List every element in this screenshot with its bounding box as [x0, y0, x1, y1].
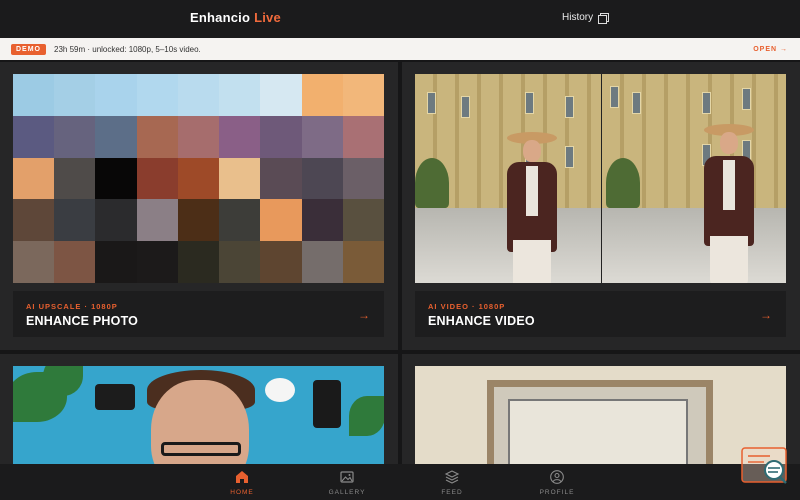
arrow-right-icon: → — [358, 308, 370, 322]
pixel-cell — [95, 241, 137, 283]
pixel-cell — [95, 199, 137, 242]
pixel-cell — [219, 157, 261, 200]
pixelated-image — [13, 74, 384, 283]
pixel-cell — [95, 115, 137, 158]
demo-badge: DEMO — [11, 43, 46, 55]
pixel-cell — [95, 74, 137, 116]
pixel-cell — [342, 157, 384, 200]
pixel-cell — [219, 74, 261, 116]
room-thumbnail — [415, 366, 786, 464]
nav-feed-label: FEED — [441, 489, 463, 496]
feature-grid: AI UPSCALE · 1080P ENHANCE PHOTO → AI VI… — [0, 60, 800, 464]
pixel-cell — [301, 74, 343, 116]
nav-home-label: HOME — [230, 489, 254, 496]
mirror-frame — [487, 380, 713, 464]
history-label: History — [562, 12, 594, 23]
feed-icon — [444, 470, 460, 484]
video-frame-after — [600, 74, 786, 283]
pixel-cell — [342, 115, 384, 158]
pixel-cell — [13, 241, 55, 283]
nav-profile[interactable]: PROFILE — [527, 469, 587, 496]
home-icon — [236, 471, 248, 483]
pixel-cell — [260, 199, 302, 242]
arrow-right-icon: → — [760, 308, 772, 322]
nav-home[interactable]: HOME — [212, 469, 272, 496]
video-frame-before — [415, 74, 601, 283]
camera-object — [95, 384, 135, 410]
pixel-cell — [260, 74, 302, 116]
history-icon — [598, 12, 610, 24]
pixel-cell — [260, 115, 302, 158]
pixel-cell — [219, 199, 261, 242]
nav-gallery[interactable]: GALLERY — [317, 469, 377, 496]
assistant-widget-icon[interactable] — [740, 446, 790, 486]
enhance-photo-thumbnail — [13, 74, 384, 283]
nav-feed[interactable]: FEED — [422, 469, 482, 496]
pixel-cell — [95, 157, 137, 200]
bottom-navigation: HOME GALLERY FEED PROFILE — [0, 464, 800, 500]
profile-icon — [550, 470, 564, 484]
pixel-cell — [13, 199, 55, 242]
pixel-cell — [136, 115, 178, 158]
enhance-video-info: AI VIDEO · 1080P ENHANCE VIDEO → — [415, 291, 786, 337]
pixel-cell — [54, 115, 96, 158]
pixel-cell — [301, 241, 343, 283]
pixel-cell — [136, 74, 178, 116]
pixel-cell — [177, 199, 220, 242]
enhance-video-title: ENHANCE VIDEO — [428, 314, 535, 328]
pixel-cell — [260, 157, 302, 200]
selfie-feature-card[interactable] — [0, 354, 398, 464]
enhance-photo-card[interactable]: AI UPSCALE · 1080P ENHANCE PHOTO → — [0, 62, 398, 350]
pixel-cell — [136, 157, 178, 200]
pixel-cell — [54, 199, 96, 242]
history-button[interactable]: History — [562, 12, 610, 24]
pixel-cell — [301, 199, 343, 242]
app-header: Enhancio Live History — [0, 0, 800, 38]
pixel-cell — [136, 199, 178, 242]
pixel-cell — [342, 241, 384, 283]
demo-banner: DEMO 23h 59m · unlocked: 1080p, 5–10s vi… — [0, 38, 800, 60]
banner-open-button[interactable]: OPEN → — [753, 46, 788, 53]
pixel-cell — [301, 115, 343, 158]
enhance-photo-title: ENHANCE PHOTO — [26, 314, 139, 328]
pixel-cell — [54, 74, 96, 116]
demo-banner-text: 23h 59m · unlocked: 1080p, 5–10s video. — [54, 44, 201, 54]
pixel-cell — [177, 157, 220, 200]
enhance-photo-info: AI UPSCALE · 1080P ENHANCE PHOTO → — [13, 291, 384, 337]
enhance-video-thumbnail — [415, 74, 786, 283]
pixel-cell — [13, 157, 55, 200]
pixel-cell — [177, 74, 220, 116]
brand-suffix: Live — [254, 10, 281, 25]
pixel-cell — [219, 241, 261, 283]
pixel-cell — [54, 241, 96, 283]
brand-name: Enhancio — [190, 10, 251, 25]
pixel-cell — [219, 115, 261, 158]
pixel-cell — [13, 115, 55, 158]
brand-logo[interactable]: Enhancio Live — [190, 10, 281, 25]
pixel-cell — [342, 74, 384, 116]
pixel-cell — [177, 115, 220, 158]
nav-profile-label: PROFILE — [539, 489, 575, 496]
selfie-thumbnail — [13, 366, 384, 464]
pixel-cell — [342, 199, 384, 242]
gallery-icon — [340, 471, 354, 483]
pixel-cell — [260, 241, 302, 283]
pixel-cell — [136, 241, 178, 283]
nav-gallery-label: GALLERY — [328, 489, 366, 496]
pixel-cell — [301, 157, 343, 200]
enhance-video-subtitle: AI VIDEO · 1080P — [428, 302, 506, 311]
enhance-photo-subtitle: AI UPSCALE · 1080P — [26, 302, 118, 311]
pixel-cell — [13, 74, 55, 116]
pixel-cell — [177, 241, 220, 283]
enhance-video-card[interactable]: AI VIDEO · 1080P ENHANCE VIDEO → — [402, 62, 800, 350]
pixel-cell — [54, 157, 96, 200]
